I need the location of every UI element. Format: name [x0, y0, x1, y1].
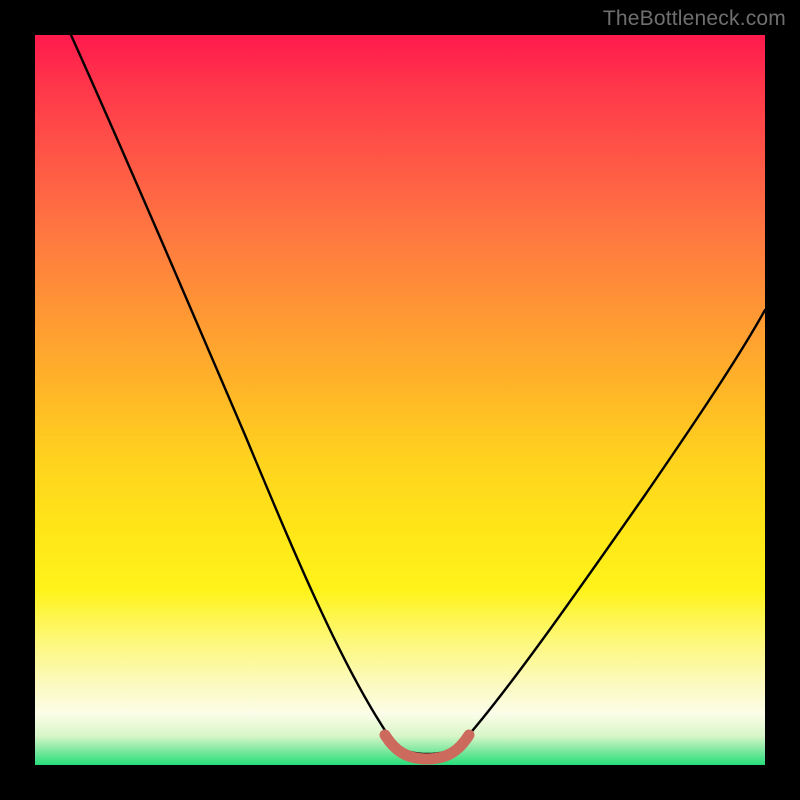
watermark-text: TheBottleneck.com — [603, 7, 786, 31]
curve-left-branch — [71, 35, 395, 745]
plot-area — [35, 35, 765, 765]
chart-frame: TheBottleneck.com — [0, 0, 800, 800]
curve-right-branch — [460, 310, 765, 745]
highlight-segment — [385, 735, 469, 759]
curve-layer — [35, 35, 765, 765]
